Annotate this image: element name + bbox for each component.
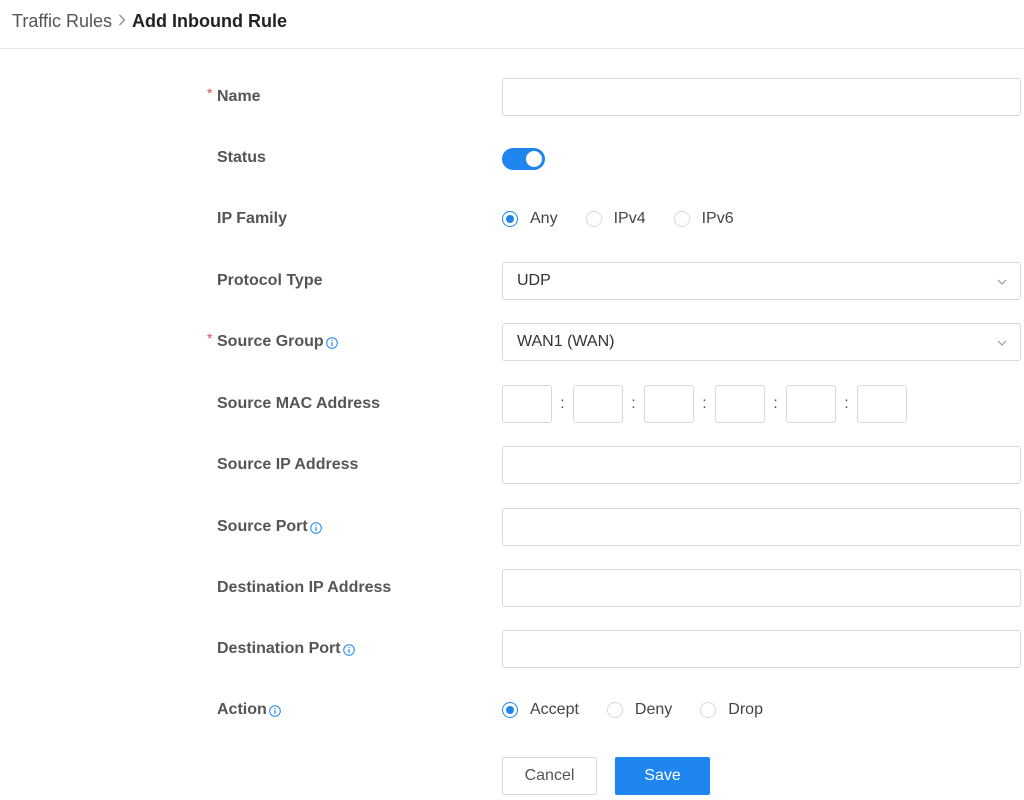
form-row-action: Action Accept Deny Drop [0,691,1024,729]
status-label-text: Status [217,149,266,166]
destination-port-label-text: Destination Port [217,640,341,657]
form-row-destination-port: Destination Port [0,630,1024,668]
name-label-text: Name [217,88,261,105]
name-input[interactable] [502,78,1021,116]
form-row-name: * Name [0,78,1024,116]
mac-separator: : [631,395,636,412]
protocol-type-value: UDP [517,272,551,289]
name-label: * Name [207,78,261,116]
ip-family-option-ipv6[interactable]: IPv6 [673,210,734,228]
destination-ip-input[interactable] [502,569,1021,607]
form-row-status: Status [0,139,1024,177]
radio-checked-icon [502,702,518,718]
chevron-down-icon [997,340,1007,346]
source-mac-input-group: : : : : : [502,385,907,423]
mac-separator: : [844,395,849,412]
destination-ip-label: Destination IP Address [207,569,391,607]
breadcrumb-traffic-rules[interactable]: Traffic Rules [12,10,112,32]
mac-segment-3[interactable] [644,385,694,423]
form-row-source-mac: Source MAC Address : : : : : [0,385,1024,423]
ip-family-label: IP Family [207,200,287,238]
page-title: Add Inbound Rule [132,11,287,31]
source-ip-label-text: Source IP Address [217,456,359,473]
save-button[interactable]: Save [615,757,710,795]
form-row-source-ip: Source IP Address [0,446,1024,484]
action-label-text: Action [217,701,267,718]
toggle-knob [526,151,542,167]
protocol-type-label-text: Protocol Type [217,272,323,289]
form-actions: Cancel Save [0,757,1024,795]
mac-segment-6[interactable] [857,385,907,423]
radio-unchecked-icon [673,211,690,227]
chevron-right-icon [118,10,126,32]
cancel-button[interactable]: Cancel [502,757,597,795]
protocol-type-select[interactable]: UDP [502,262,1021,300]
source-port-label: Source Port [207,508,322,546]
info-circle-icon[interactable] [268,705,281,717]
form-row-ip-family: IP Family Any IPv4 IPv6 [0,200,1024,238]
status-toggle[interactable] [502,148,545,170]
status-label: Status [207,139,266,177]
ip-family-radio-group: Any IPv4 IPv6 [502,200,762,238]
chevron-down-icon [997,279,1007,285]
action-label: Action [207,691,281,729]
destination-port-label: Destination Port [207,630,355,668]
radio-unchecked-icon [606,702,623,718]
action-radio-group: Accept Deny Drop [502,691,791,729]
mac-segment-1[interactable] [502,385,552,423]
ip-family-label-text: IP Family [217,210,287,227]
protocol-type-label: Protocol Type [207,262,323,300]
source-mac-label-text: Source MAC Address [217,395,380,412]
action-option-accept[interactable]: Accept [502,701,579,719]
source-ip-label: Source IP Address [207,446,358,484]
form-row-source-port: Source Port [0,508,1024,546]
source-group-select[interactable]: WAN1 (WAN) [502,323,1021,361]
mac-separator: : [773,395,778,412]
mac-segment-2[interactable] [573,385,623,423]
source-port-input[interactable] [502,508,1021,546]
source-group-value: WAN1 (WAN) [517,333,615,350]
action-option-deny[interactable]: Deny [606,701,672,719]
info-circle-icon[interactable] [309,522,322,534]
form-row-source-group: * Source Group WAN1 (WAN) [0,323,1024,361]
radio-unchecked-icon [700,702,717,718]
info-circle-icon[interactable] [342,644,355,656]
source-mac-label: Source MAC Address [207,385,380,423]
destination-ip-label-text: Destination IP Address [217,579,392,596]
radio-unchecked-icon [585,211,602,227]
source-port-label-text: Source Port [217,518,308,535]
mac-separator: : [560,395,565,412]
source-group-label-text: Source Group [217,333,324,350]
action-option-drop[interactable]: Drop [700,701,763,719]
info-circle-icon[interactable] [325,337,338,349]
required-asterisk: * [207,85,213,101]
form-row-destination-ip: Destination IP Address [0,569,1024,607]
source-ip-input[interactable] [502,446,1021,484]
source-group-label: * Source Group [207,323,338,361]
form-row-protocol-type: Protocol Type UDP [0,262,1024,300]
mac-segment-4[interactable] [715,385,765,423]
ip-family-option-any[interactable]: Any [502,210,558,228]
breadcrumb: Traffic Rules Add Inbound Rule [12,10,287,32]
required-asterisk: * [207,330,213,346]
radio-checked-icon [502,211,518,227]
mac-separator: : [702,395,707,412]
ip-family-option-ipv4[interactable]: IPv4 [585,210,646,228]
destination-port-input[interactable] [502,630,1021,668]
page-header: Traffic Rules Add Inbound Rule [0,0,1024,49]
mac-segment-5[interactable] [786,385,836,423]
